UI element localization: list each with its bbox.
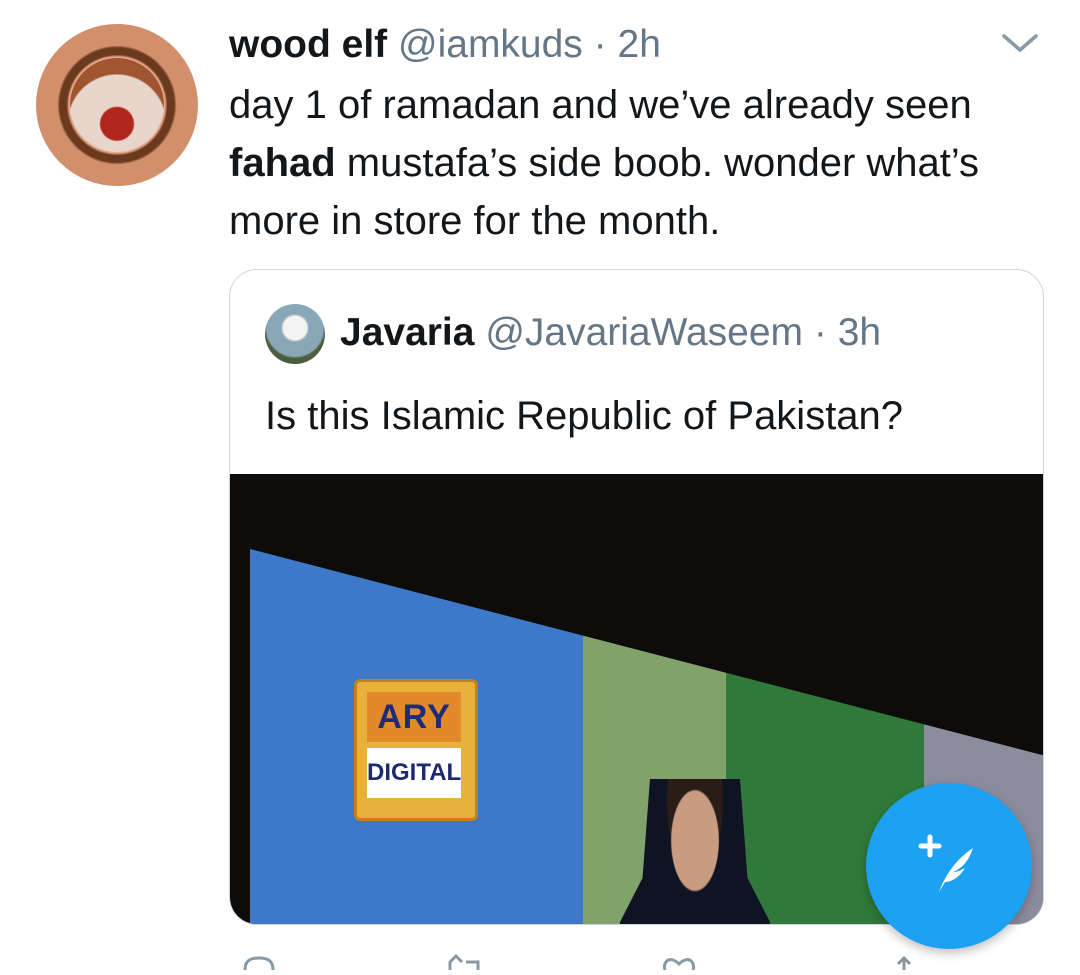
quoted-author-name[interactable]: Javaria xyxy=(340,311,474,354)
channel-logo: ARY DIGITAL xyxy=(354,679,478,821)
share-icon xyxy=(896,955,912,970)
channel-logo-bottom: DIGITAL xyxy=(367,748,461,798)
author-name[interactable]: wood elf xyxy=(229,23,387,66)
like-button[interactable] xyxy=(659,950,699,971)
retweet-icon xyxy=(448,953,480,970)
tweet-text-line1: day 1 of ramadan and we’ve already seen xyxy=(229,83,972,127)
reply-button[interactable] xyxy=(239,950,279,971)
quoted-author-avatar[interactable] xyxy=(265,304,325,364)
quoted-tweet-text: Is this Islamic Republic of Pakistan? xyxy=(265,394,904,438)
compose-tweet-icon xyxy=(918,834,973,892)
compose-tweet-button[interactable] xyxy=(866,783,1032,949)
quoted-header-separator: · xyxy=(813,311,827,354)
tweet-menu-button[interactable] xyxy=(1000,28,1040,58)
tweet-text: day 1 of ramadan and we’ve already seen … xyxy=(229,76,1059,250)
chevron-down-icon xyxy=(1002,34,1038,52)
quoted-tweet-timestamp: 3h xyxy=(837,311,882,354)
tweet-timestamp[interactable]: 2h xyxy=(618,23,661,66)
tweet-actions xyxy=(229,950,1059,971)
tweet-text-bold: fahad xyxy=(229,141,336,185)
retweet-button[interactable] xyxy=(444,950,484,970)
header-separator: · xyxy=(593,23,607,66)
quoted-tweet-header: Javaria @JavariaWaseem · 3h xyxy=(340,308,881,358)
channel-logo-top: ARY xyxy=(367,692,461,742)
author-handle[interactable]: @iamkuds xyxy=(398,23,583,66)
person-figure xyxy=(620,779,770,924)
author-avatar[interactable] xyxy=(36,24,198,186)
quoted-author-handle[interactable]: @JavariaWaseem xyxy=(485,311,803,354)
heart-icon xyxy=(663,958,695,971)
tweet-header: wood elf @iamkuds · 2h xyxy=(229,20,661,70)
author-avatar-photo xyxy=(70,58,164,152)
tweet-text-rest: mustafa’s side boob. wonder what’s more … xyxy=(229,141,980,243)
share-button[interactable] xyxy=(884,950,924,970)
reply-icon xyxy=(243,956,275,971)
